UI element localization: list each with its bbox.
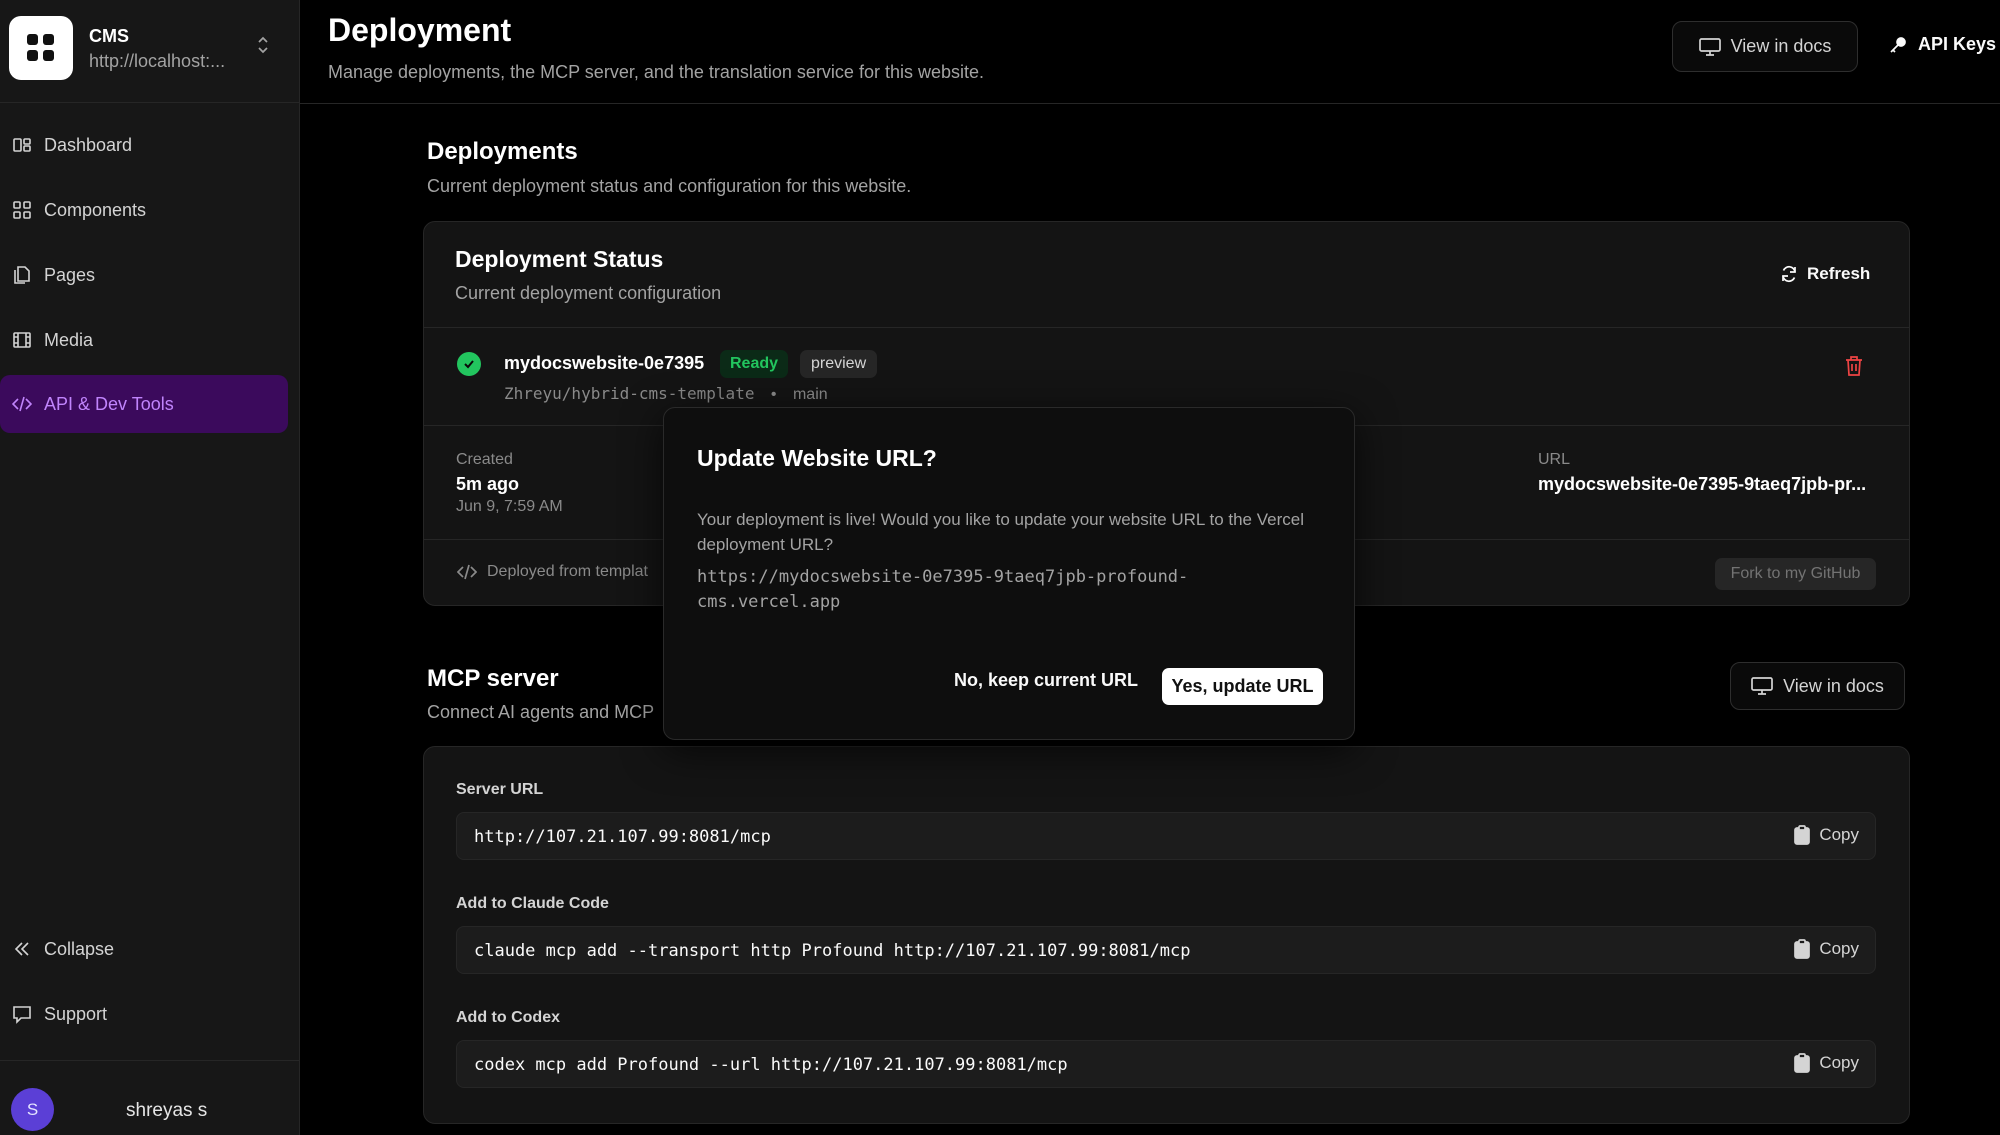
- sidebar-item-media[interactable]: Media: [0, 311, 288, 369]
- codex-value: codex mcp add Profound --url http://107.…: [474, 1055, 1068, 1075]
- keep-current-url-button[interactable]: No, keep current URL: [954, 670, 1138, 691]
- sidebar-item-components[interactable]: Components: [0, 181, 288, 239]
- code-icon: [12, 394, 32, 414]
- key-icon: [1890, 36, 1906, 53]
- sidebar-item-label: Dashboard: [44, 134, 133, 155]
- sidebar-item-label: Collapse: [44, 938, 115, 959]
- sidebar-item-label: API & Dev Tools: [44, 393, 174, 414]
- view-in-docs-button[interactable]: View in docs: [1672, 21, 1858, 72]
- page-subtitle: Manage deployments, the MCP server, and …: [328, 62, 984, 82]
- copy-server-url-button[interactable]: Copy: [1793, 825, 1859, 845]
- refresh-button[interactable]: Refresh: [1779, 264, 1870, 284]
- chevrons-left-icon: [12, 939, 32, 959]
- created-date: Jun 9, 7:59 AM: [456, 498, 563, 515]
- workspace-switcher[interactable]: CMS http://localhost:...: [0, 0, 300, 103]
- view-in-docs-label: View in docs: [1730, 36, 1832, 56]
- mcp-view-in-docs-label: View in docs: [1783, 675, 1884, 696]
- branch-name: main: [792, 386, 828, 403]
- sidebar-item-label: Pages: [44, 264, 96, 285]
- sidebar-divider: [0, 1060, 300, 1061]
- dialog-url-line-2: cms.vercel.app: [697, 592, 841, 612]
- sidebar-item-support[interactable]: Support: [0, 985, 288, 1043]
- claude-code-value: claude mcp add --transport http Profound…: [474, 941, 1191, 961]
- refresh-icon: [1782, 265, 1796, 283]
- cms-logo: [9, 16, 73, 80]
- grid-icon: [12, 200, 32, 220]
- dialog-url: https://mydocswebsite-0e7395-9taeq7jpb-p…: [697, 565, 1297, 615]
- status-divider: [423, 327, 1909, 328]
- update-url-button[interactable]: Yes, update URL: [1162, 668, 1323, 705]
- chevrons-up-down-icon: [256, 34, 270, 56]
- mcp-title: MCP server: [427, 665, 559, 692]
- copy-label: Copy: [1819, 1053, 1859, 1072]
- server-url-value: http://107.21.107.99:8081/mcp: [474, 827, 771, 847]
- server-url-label: Server URL: [456, 781, 544, 798]
- update-url-dialog: Update Website URL? Your deployment is l…: [663, 407, 1355, 740]
- dialog-url-line-1: https://mydocswebsite-0e7395-9taeq7jpb-p…: [697, 567, 1189, 587]
- sidebar-item-api-dev-tools[interactable]: API & Dev Tools: [0, 375, 288, 433]
- clipboard-icon: [1794, 939, 1811, 959]
- deployed-from-label: Deployed from templat: [487, 563, 648, 580]
- claude-code-field[interactable]: claude mcp add --transport http Profound…: [456, 926, 1876, 974]
- monitor-icon: [1751, 677, 1773, 695]
- deployment-url[interactable]: mydocswebsite-0e7395-9taeq7jpb-pr...: [1538, 474, 1866, 495]
- deployments-subtitle: Current deployment status and configurat…: [427, 176, 912, 196]
- clipboard-icon: [1794, 1053, 1811, 1073]
- sidebar-item-pages[interactable]: Pages: [0, 246, 288, 304]
- deployment-status-subtitle: Current deployment configuration: [455, 283, 722, 303]
- copy-claude-code-button[interactable]: Copy: [1793, 939, 1859, 959]
- trash-icon: [1846, 356, 1862, 376]
- deployed-from: Deployed from templat: [457, 563, 648, 581]
- pages-icon: [12, 265, 32, 285]
- dashboard-icon: [12, 135, 32, 155]
- status-badge: Ready: [720, 350, 789, 378]
- user-name[interactable]: shreyas s: [126, 1100, 207, 1122]
- message-icon: [12, 1004, 32, 1024]
- workspace-url: http://localhost:...: [89, 51, 226, 71]
- sidebar-item-label: Components: [44, 199, 147, 220]
- code-icon: [457, 564, 477, 580]
- codex-field[interactable]: codex mcp add Profound --url http://107.…: [456, 1040, 1876, 1088]
- repo-separator: •: [770, 386, 777, 403]
- film-icon: [12, 330, 32, 350]
- refresh-label: Refresh: [1807, 264, 1871, 283]
- api-keys-label: API Keys: [1918, 34, 1997, 54]
- sidebar-item-dashboard[interactable]: Dashboard: [0, 116, 288, 174]
- dialog-title: Update Website URL?: [697, 445, 937, 471]
- avatar[interactable]: S: [11, 1088, 54, 1131]
- copy-codex-button[interactable]: Copy: [1793, 1053, 1859, 1073]
- deployment-name[interactable]: mydocswebsite-0e7395: [504, 353, 704, 374]
- url-label: URL: [1538, 451, 1571, 468]
- mcp-view-in-docs-button[interactable]: View in docs: [1730, 662, 1905, 710]
- copy-label: Copy: [1819, 825, 1859, 844]
- sidebar-item-label: Support: [44, 1003, 108, 1024]
- deployments-title: Deployments: [427, 138, 578, 165]
- monitor-icon: [1698, 37, 1721, 56]
- delete-deployment-button[interactable]: [1844, 355, 1864, 382]
- header-divider: [300, 103, 2000, 104]
- codex-label: Add to Codex: [456, 1009, 560, 1026]
- claude-code-label: Add to Claude Code: [456, 895, 609, 912]
- environment-badge: preview: [800, 350, 878, 378]
- deployment-status-title: Deployment Status: [455, 246, 664, 272]
- clipboard-icon: [1794, 825, 1811, 845]
- repo-name: Zhreyu/hybrid-cms-template: [504, 384, 755, 403]
- mcp-subtitle: Connect AI agents and MCP: [427, 702, 655, 722]
- copy-label: Copy: [1819, 939, 1859, 958]
- sidebar-collapse-button[interactable]: Collapse: [0, 920, 288, 978]
- created-value: 5m ago: [456, 474, 520, 494]
- check-circle-icon: [457, 352, 481, 376]
- api-keys-button[interactable]: API Keys: [1888, 34, 1996, 55]
- deployment-repo: Zhreyu/hybrid-cms-template • main: [504, 384, 828, 404]
- sidebar: CMS http://localhost:... Dashboard Compo…: [0, 0, 300, 1135]
- sidebar-item-label: Media: [44, 329, 94, 350]
- created-label: Created: [456, 451, 513, 468]
- dialog-message: Your deployment is live! Would you like …: [697, 510, 1304, 554]
- fork-to-github-button[interactable]: Fork to my GitHub: [1715, 558, 1876, 590]
- server-url-field[interactable]: http://107.21.107.99:8081/mcp Copy: [456, 812, 1876, 860]
- page-title: Deployment: [328, 12, 512, 48]
- workspace-name: CMS: [89, 26, 129, 46]
